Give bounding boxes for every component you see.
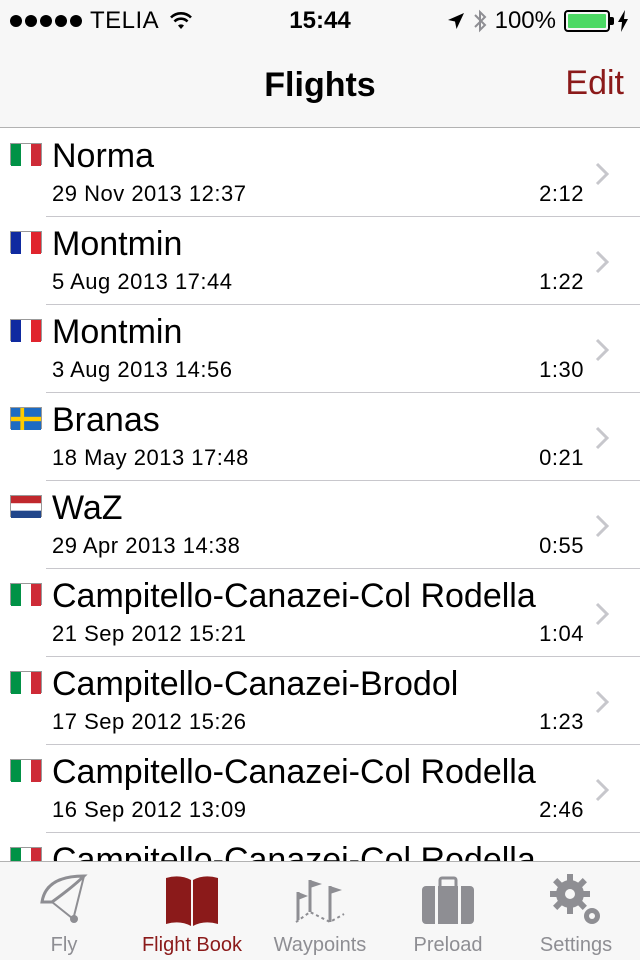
- flight-date: 16 Sep 2012 13:09: [52, 797, 247, 822]
- status-right: 100%: [447, 7, 628, 35]
- suitcase-icon: [418, 872, 478, 928]
- tab-label: Preload: [413, 934, 483, 956]
- chevron-right-icon: [595, 514, 610, 538]
- status-bar: TELIA 15:44 100%: [0, 0, 640, 40]
- italy-flag-icon: [10, 759, 42, 782]
- flight-date: 3 Aug 2013 14:56: [52, 357, 233, 382]
- flight-name: Campitello-Canazei-Col Rodella: [52, 841, 536, 861]
- tab-waypoints[interactable]: Waypoints: [256, 862, 384, 960]
- chevron-right-icon: [595, 602, 610, 626]
- flight-name: Campitello-Canazei-Col Rodella: [52, 577, 536, 615]
- tab-preload[interactable]: Preload: [384, 862, 512, 960]
- flight-row[interactable]: Campitello-Canazei-Col Rodella 21 Sep 201…: [0, 569, 640, 657]
- flight-duration: 0:21: [539, 445, 584, 470]
- chevron-right-icon: [595, 690, 610, 714]
- flight-name: WaZ: [52, 489, 123, 527]
- flight-date: 18 May 2013 17:48: [52, 445, 249, 470]
- flight-row[interactable]: Branas 18 May 2013 17:48 0:21: [0, 393, 640, 481]
- italy-flag-icon: [10, 583, 42, 606]
- tab-label: Waypoints: [273, 934, 367, 956]
- flight-date: 21 Sep 2012 15:21: [52, 621, 247, 646]
- tab-label: Flight Book: [141, 934, 243, 956]
- tab-label: Settings: [539, 934, 613, 956]
- flight-name: Norma: [52, 137, 155, 175]
- flight-row[interactable]: Norma 29 Nov 2013 12:37 2:12: [0, 129, 640, 217]
- flight-name: Montmin: [52, 225, 183, 263]
- tab-bar: Fly Flight Book Waypoints Preload Settings: [0, 861, 640, 960]
- chevron-right-icon: [595, 162, 610, 186]
- flight-row[interactable]: Montmin 3 Aug 2013 14:56 1:30: [0, 305, 640, 393]
- france-flag-icon: [10, 319, 42, 342]
- flight-duration: 0:55: [539, 533, 584, 558]
- italy-flag-icon: [10, 671, 42, 694]
- italy-flag-icon: [10, 143, 42, 166]
- flight-duration: 1:04: [539, 621, 584, 646]
- paraglider-icon: [34, 872, 94, 928]
- tab-fly[interactable]: Fly: [0, 862, 128, 960]
- tab-flight-book[interactable]: Flight Book: [128, 862, 256, 960]
- chevron-right-icon: [595, 250, 610, 274]
- bluetooth-icon: [473, 9, 487, 33]
- battery-percent: 100%: [494, 7, 556, 34]
- flight-date: 29 Nov 2013 12:37: [52, 181, 247, 206]
- flight-duration: 1:22: [539, 269, 584, 294]
- chevron-right-icon: [595, 338, 610, 362]
- flight-duration: 1:30: [539, 357, 584, 382]
- location-arrow-icon: [447, 13, 464, 29]
- france-flag-icon: [10, 231, 42, 254]
- flight-row[interactable]: Montmin 5 Aug 2013 17:44 1:22: [0, 217, 640, 305]
- battery-level: [568, 14, 606, 28]
- book-icon: [162, 872, 222, 928]
- flight-name: Campitello-Canazei-Brodol: [52, 665, 459, 703]
- flight-date: 5 Aug 2013 17:44: [52, 269, 233, 294]
- flight-duration: 2:46: [539, 797, 584, 822]
- chevron-right-icon: [595, 778, 610, 802]
- waypoint-flags-icon: [290, 872, 350, 928]
- flight-row[interactable]: WaZ 29 Apr 2013 14:38 0:55: [0, 481, 640, 569]
- flights-list[interactable]: Norma 29 Nov 2013 12:37 2:12 Montmin 5 Aug 2…: [0, 129, 640, 861]
- page-title: Flights: [264, 66, 376, 104]
- tab-label: Fly: [50, 934, 78, 956]
- flight-name: Branas: [52, 401, 160, 439]
- chevron-right-icon: [595, 426, 610, 450]
- sweden-flag-icon: [10, 407, 42, 430]
- flight-name: Montmin: [52, 313, 183, 351]
- flight-row[interactable]: Campitello-Canazei-Brodol 17 Sep 2012 15:…: [0, 657, 640, 745]
- battery-icon: [564, 10, 614, 32]
- flight-duration: 2:12: [539, 181, 584, 206]
- flight-row[interactable]: Campitello-Canazei-Col Rodella 16 Sep 201…: [0, 745, 640, 833]
- gears-icon: [546, 872, 606, 928]
- tab-settings[interactable]: Settings: [512, 862, 640, 960]
- flight-name: Campitello-Canazei-Col Rodella: [52, 753, 536, 791]
- flight-date: 29 Apr 2013 14:38: [52, 533, 241, 558]
- flight-row[interactable]: Campitello-Canazei-Col Rodella: [0, 833, 640, 861]
- edit-button[interactable]: Edit: [565, 64, 624, 103]
- charging-bolt-icon: [618, 10, 628, 32]
- navigation-bar: Flights Edit: [0, 40, 640, 128]
- netherlands-flag-icon: [10, 495, 42, 518]
- flight-duration: 1:23: [539, 709, 584, 734]
- italy-flag-icon: [10, 847, 42, 861]
- flight-date: 17 Sep 2012 15:26: [52, 709, 247, 734]
